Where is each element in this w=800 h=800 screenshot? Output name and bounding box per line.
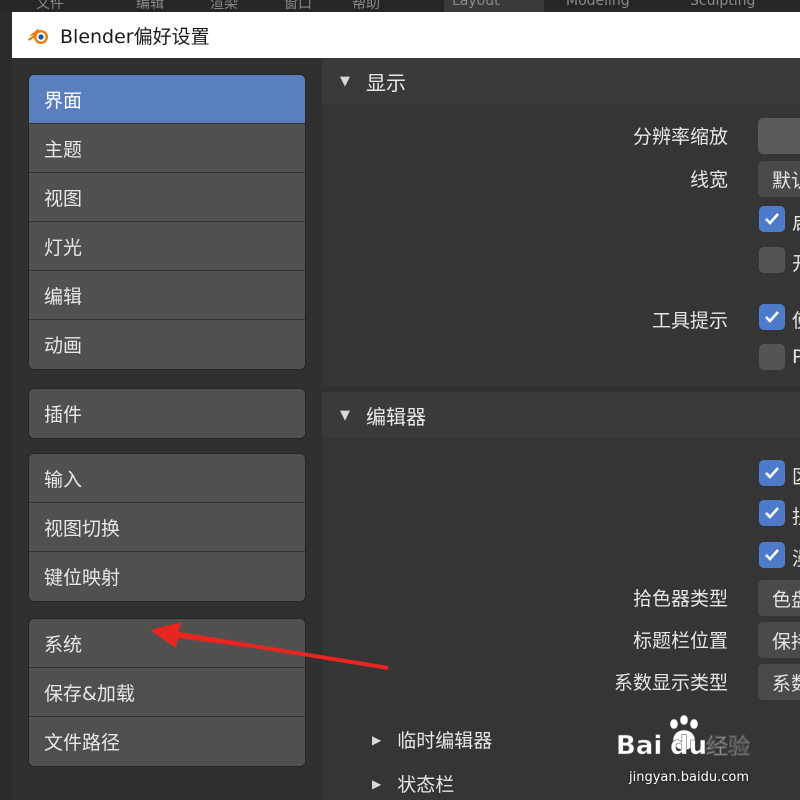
workspace-tab-layout[interactable]: Layout: [452, 0, 500, 9]
python-tooltips-checkbox[interactable]: [759, 344, 785, 370]
window-titlebar[interactable]: Blender偏好设置: [12, 12, 800, 58]
checkmark-icon: [765, 311, 779, 323]
factor-display-type-value: 系数: [772, 672, 800, 695]
collapse-triangle-icon: ▼: [340, 73, 350, 89]
panel-title-display: 显示: [366, 70, 406, 95]
display-checkbox-2-label: 开: [792, 249, 800, 276]
background-app-menubar: 文件 编辑 渲染 窗口 帮助 Layout Modeling Sculpting: [0, 0, 800, 12]
sidebar-item-file-paths[interactable]: 文件路径: [29, 717, 305, 766]
expand-triangle-icon: ▶: [372, 732, 382, 747]
preferences-content: ▼ 显示 分辨率缩放 线宽 默认 启 开 工具提示 使 Py ▼ 编辑器: [322, 58, 800, 800]
watermark-brand-suffix: 经验: [706, 734, 750, 760]
svg-text:du: du: [670, 731, 707, 761]
resolution-scale-label: 分辨率缩放: [632, 126, 728, 148]
python-tooltips-label: Py: [792, 346, 800, 368]
sidebar-item-navigation[interactable]: 视图切换: [29, 503, 305, 552]
sidebar-item-keymap[interactable]: 键位映射: [29, 552, 305, 601]
header-position-label: 标题栏位置: [632, 630, 728, 652]
menu-help[interactable]: 帮助: [352, 0, 380, 12]
watermark-url: jingyan.baidu.com: [629, 770, 749, 785]
svg-text:Bai: Bai: [616, 731, 662, 761]
color-picker-type-label: 拾色器类型: [632, 588, 728, 610]
baidu-watermark: Bai du 经验 jingyan.baidu.com: [614, 710, 764, 790]
sidebar-item-lights[interactable]: 灯光: [29, 222, 305, 271]
display-checkbox-2[interactable]: [759, 247, 785, 273]
display-checkbox-1[interactable]: [759, 206, 785, 232]
sidebar-item-viewport[interactable]: 视图: [29, 173, 305, 222]
blender-logo-icon: [28, 29, 48, 44]
sidebar-group-input: 输入 视图切换 键位映射: [28, 453, 306, 602]
tooltips-checkbox-label: 使: [792, 306, 800, 333]
sidebar-item-system[interactable]: 系统: [29, 619, 305, 668]
baidu-logo-icon: Bai du 经验: [616, 714, 750, 761]
panel-body-display: 分辨率缩放 线宽 默认 启 开 工具提示 使 Py: [322, 104, 800, 386]
sidebar-item-input[interactable]: 输入: [29, 454, 305, 503]
subpanel-status-bar[interactable]: ▶ 状态栏: [372, 770, 454, 797]
checkmark-icon: [765, 507, 779, 519]
menu-window[interactable]: 窗口: [284, 0, 312, 12]
checkmark-icon: [765, 467, 779, 479]
line-width-dropdown[interactable]: 默认: [758, 161, 800, 197]
panel-header-editors[interactable]: ▼ 编辑器: [322, 392, 800, 438]
expand-triangle-icon: ▶: [372, 776, 382, 791]
sidebar-group-addons: 插件: [28, 388, 306, 439]
tooltips-checkbox[interactable]: [759, 304, 785, 330]
sidebar-item-themes[interactable]: 主题: [29, 124, 305, 173]
line-width-label: 线宽: [689, 169, 728, 191]
sidebar-group-system: 系统 保存&加载 文件路径: [28, 618, 306, 767]
factor-display-type-dropdown[interactable]: 系数: [758, 664, 800, 700]
menu-file[interactable]: 文件: [36, 0, 64, 12]
resolution-scale-field[interactable]: [758, 118, 800, 154]
color-picker-type-dropdown[interactable]: 色盘: [758, 580, 800, 616]
menu-edit[interactable]: 编辑: [136, 0, 164, 12]
factor-display-type-label: 系数显示类型: [613, 672, 728, 694]
editors-checkbox-2-label: 拐: [792, 502, 800, 529]
sidebar-group-general: 界面 主题 视图 灯光 编辑 动画: [28, 74, 306, 370]
header-position-dropdown[interactable]: 保持: [758, 622, 800, 658]
color-picker-type-value: 色盘: [772, 588, 800, 611]
window-title: Blender偏好设置: [60, 25, 210, 48]
checkmark-icon: [765, 213, 779, 225]
preferences-sidebar: 界面 主题 视图 灯光 编辑 动画 插件 输入 视图切换 键位映射 系统 保存&…: [12, 58, 320, 800]
editors-checkbox-1[interactable]: [759, 460, 785, 486]
tooltips-label: 工具提示: [651, 310, 728, 332]
background-app-edge: [0, 12, 12, 800]
header-position-value: 保持: [772, 630, 800, 653]
subpanel-temporary-editors[interactable]: ▶ 临时编辑器: [372, 726, 492, 753]
sidebar-item-editing[interactable]: 编辑: [29, 271, 305, 320]
display-checkbox-1-label: 启: [792, 208, 800, 235]
line-width-value: 默认: [772, 169, 800, 192]
menu-render[interactable]: 渲染: [210, 0, 238, 12]
editors-checkbox-1-label: 区: [792, 462, 800, 489]
subpanel-status-bar-label: 状态栏: [397, 774, 455, 796]
subpanel-temporary-editors-label: 临时编辑器: [397, 730, 493, 752]
checkmark-icon: [765, 549, 779, 561]
workspace-tab-sculpting[interactable]: Sculpting: [690, 0, 755, 9]
editors-checkbox-2[interactable]: [759, 500, 785, 526]
panel-header-display[interactable]: ▼ 显示: [322, 58, 800, 104]
sidebar-item-interface[interactable]: 界面: [29, 75, 305, 124]
editors-checkbox-3[interactable]: [759, 542, 785, 568]
preferences-window: Blender偏好设置 界面 主题 视图 灯光 编辑 动画 插件 输入 视图切换…: [12, 12, 800, 800]
workspace-tab-modeling[interactable]: Modeling: [566, 0, 630, 9]
editors-checkbox-3-label: 漫: [792, 544, 800, 571]
sidebar-item-save-load[interactable]: 保存&加载: [29, 668, 305, 717]
sidebar-item-addons[interactable]: 插件: [29, 389, 305, 438]
collapse-triangle-icon: ▼: [340, 407, 350, 423]
sidebar-item-animation[interactable]: 动画: [29, 320, 305, 369]
panel-title-editors: 编辑器: [366, 404, 426, 429]
